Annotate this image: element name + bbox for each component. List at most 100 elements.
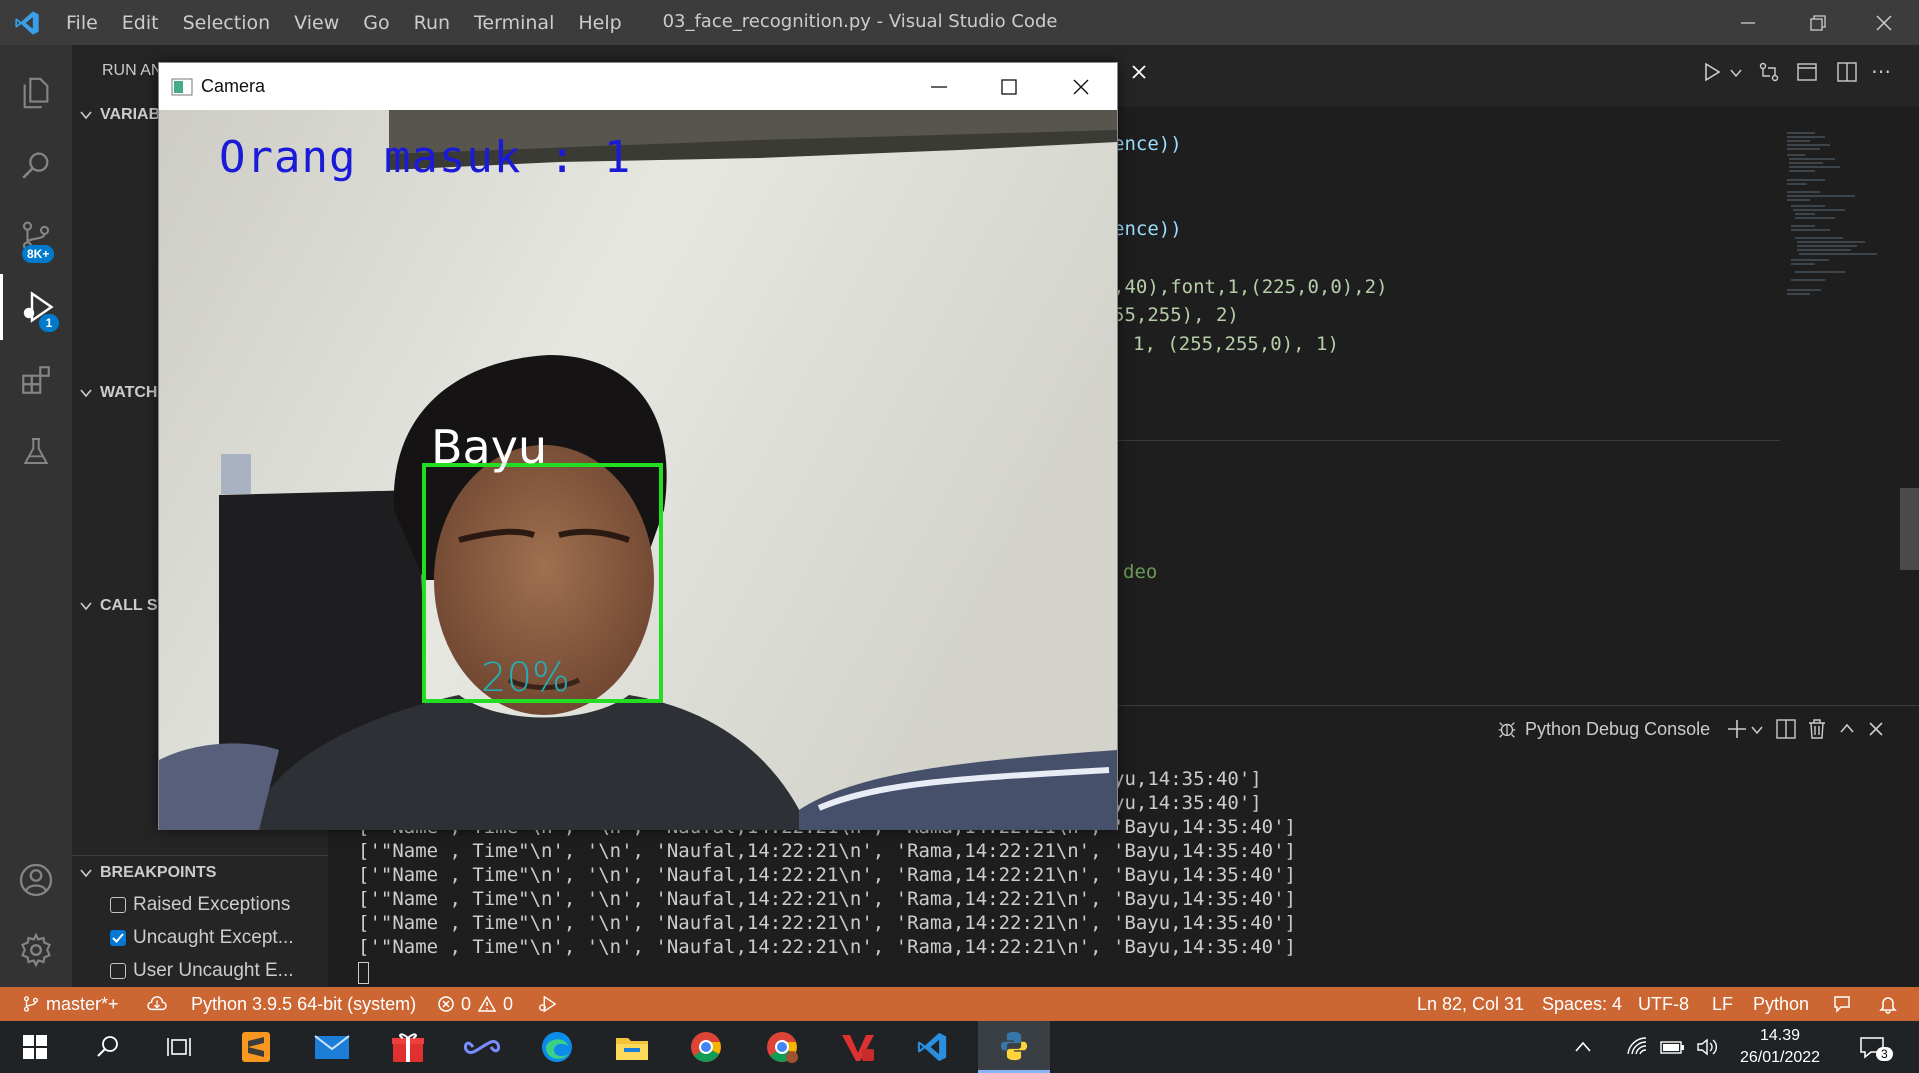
mail-icon[interactable] [300, 1021, 364, 1073]
cursor-position[interactable]: Ln 82, Col 31 [1417, 987, 1524, 1021]
task-view-icon[interactable] [148, 1021, 212, 1073]
feedback-icon[interactable] [1832, 987, 1852, 1021]
explorer-icon[interactable] [0, 60, 72, 126]
clock-time: 14.39 [1759, 1027, 1801, 1044]
breakpoint-uncaught-exceptions[interactable]: Uncaught Except... [110, 927, 294, 949]
checkbox[interactable] [110, 897, 126, 913]
camera-close-icon[interactable] [1071, 77, 1091, 97]
menu-selection[interactable]: Selection [171, 12, 283, 34]
chevron-down-icon[interactable] [1751, 724, 1763, 736]
source-control-icon[interactable]: 8K+ [0, 203, 72, 269]
notifications-bell-icon[interactable] [1878, 987, 1898, 1021]
menu-go[interactable]: Go [351, 12, 401, 34]
debug-status-icon[interactable] [536, 987, 558, 1021]
menu-bar: File Edit Selection View Go Run Terminal… [54, 0, 634, 45]
breakpoint-label: User Uncaught E... [133, 960, 294, 981]
vpn-app-icon[interactable] [826, 1021, 890, 1073]
accounts-icon[interactable] [0, 847, 72, 913]
code-line: ence)) [1113, 133, 1182, 155]
minimize-icon[interactable] [1713, 0, 1783, 45]
maximize-panel-icon[interactable] [1838, 720, 1856, 738]
windows-start-icon[interactable] [3, 1021, 67, 1073]
chevron-down-icon [72, 108, 100, 122]
branch-indicator[interactable]: master*+ [22, 987, 119, 1021]
debug-console-selector[interactable]: Python Debug Console [1496, 718, 1710, 740]
restore-icon[interactable] [1783, 0, 1853, 45]
console-line: ['"Name , Time"\n', '\n', 'Naufal,14:22:… [358, 864, 1296, 886]
variables-label: VARIAB [100, 106, 161, 123]
camera-title-bar[interactable]: Camera [159, 63, 1117, 110]
sidebar-header: RUN AN [102, 62, 163, 79]
testing-icon[interactable] [0, 418, 72, 484]
menu-run[interactable]: Run [402, 12, 462, 34]
camera-maximize-icon[interactable] [999, 77, 1019, 97]
breakpoints-section[interactable]: BREAKPOINTS [72, 858, 328, 888]
close-icon[interactable] [1849, 0, 1919, 45]
wifi-icon[interactable] [1622, 1021, 1652, 1073]
debug-badge: 1 [39, 314, 59, 332]
status-bar: master*+ Python 3.9.5 64-bit (system) 0 … [0, 987, 1919, 1021]
file-explorer-icon[interactable] [600, 1021, 664, 1073]
editor-scrollbar[interactable] [1900, 488, 1919, 570]
section-divider [72, 855, 328, 856]
sublime-text-icon[interactable] [224, 1021, 288, 1073]
indentation[interactable]: Spaces: 4 [1542, 987, 1622, 1021]
edge-browser-icon[interactable] [525, 1021, 589, 1073]
error-count: 0 [461, 993, 472, 1014]
battery-icon[interactable] [1657, 1021, 1689, 1073]
action-center-icon[interactable]: 3 [1848, 1021, 1896, 1073]
camera-title: Camera [201, 76, 266, 96]
breakpoint-user-uncaught[interactable]: User Uncaught E... [110, 960, 294, 982]
more-actions-icon[interactable]: ⋯ [1871, 59, 1891, 83]
add-terminal-icon[interactable] [1726, 718, 1748, 740]
language-mode[interactable]: Python [1753, 987, 1809, 1021]
gift-app-icon[interactable] [376, 1021, 440, 1073]
end-of-line[interactable]: LF [1712, 987, 1733, 1021]
minimap[interactable] [1785, 130, 1905, 320]
chrome-profile-icon[interactable] [750, 1021, 814, 1073]
close-panel-icon[interactable] [1867, 720, 1885, 738]
taskbar-search-icon[interactable] [76, 1021, 140, 1073]
sync-icon[interactable] [146, 987, 168, 1021]
camera-minimize-icon[interactable] [929, 77, 949, 97]
encoding[interactable]: UTF-8 [1638, 987, 1689, 1021]
python-interpreter[interactable]: Python 3.9.5 64-bit (system) [191, 987, 416, 1021]
split-editor-icon[interactable] [1836, 61, 1858, 83]
checkbox-checked[interactable] [110, 930, 126, 946]
code-line: 55,255), 2) [1113, 304, 1239, 326]
settings-gear-icon[interactable] [0, 917, 72, 983]
vscode-taskbar-icon[interactable] [900, 1021, 964, 1073]
git-branch-icon [22, 995, 40, 1013]
source-control-badge: 8K+ [22, 245, 55, 263]
compare-changes-icon[interactable] [1758, 61, 1780, 83]
system-clock[interactable]: 14.39 26/01/2022 [1730, 1025, 1830, 1069]
volume-icon[interactable] [1692, 1021, 1724, 1073]
search-icon[interactable] [0, 132, 72, 198]
close-tab-icon[interactable] [1130, 63, 1148, 81]
problems-indicator[interactable]: 0 0 [437, 987, 513, 1021]
menu-terminal[interactable]: Terminal [462, 12, 566, 34]
split-terminal-icon[interactable] [1775, 718, 1797, 740]
breakpoints-label: BREAKPOINTS [100, 864, 217, 881]
chrome-icon[interactable] [674, 1021, 738, 1073]
menu-help[interactable]: Help [566, 12, 633, 34]
warning-icon [477, 995, 497, 1013]
menu-file[interactable]: File [54, 12, 110, 34]
extensions-icon[interactable] [0, 347, 72, 413]
infinity-app-icon[interactable] [450, 1021, 514, 1073]
open-preview-icon[interactable] [1796, 61, 1818, 83]
camera-window[interactable]: Camera Orang masuk: 1 Bayu 20% [158, 62, 1118, 830]
run-python-file-icon[interactable] [1701, 61, 1723, 83]
chevron-up-icon[interactable] [1566, 1021, 1600, 1073]
trash-icon[interactable] [1806, 718, 1828, 740]
menu-view[interactable]: View [282, 12, 351, 34]
run-debug-icon[interactable]: 1 [0, 274, 72, 340]
checkbox[interactable] [110, 963, 126, 979]
breakpoint-label: Uncaught Except... [133, 927, 294, 948]
python-taskbar-icon[interactable] [978, 1021, 1050, 1073]
console-line-partial: yu,14:35:40'] [1113, 792, 1262, 814]
menu-edit[interactable]: Edit [110, 12, 171, 34]
breakpoint-raised-exceptions[interactable]: Raised Exceptions [110, 894, 290, 916]
chevron-down-icon[interactable] [1730, 67, 1742, 79]
windows-taskbar: 14.39 26/01/2022 3 [0, 1021, 1919, 1073]
